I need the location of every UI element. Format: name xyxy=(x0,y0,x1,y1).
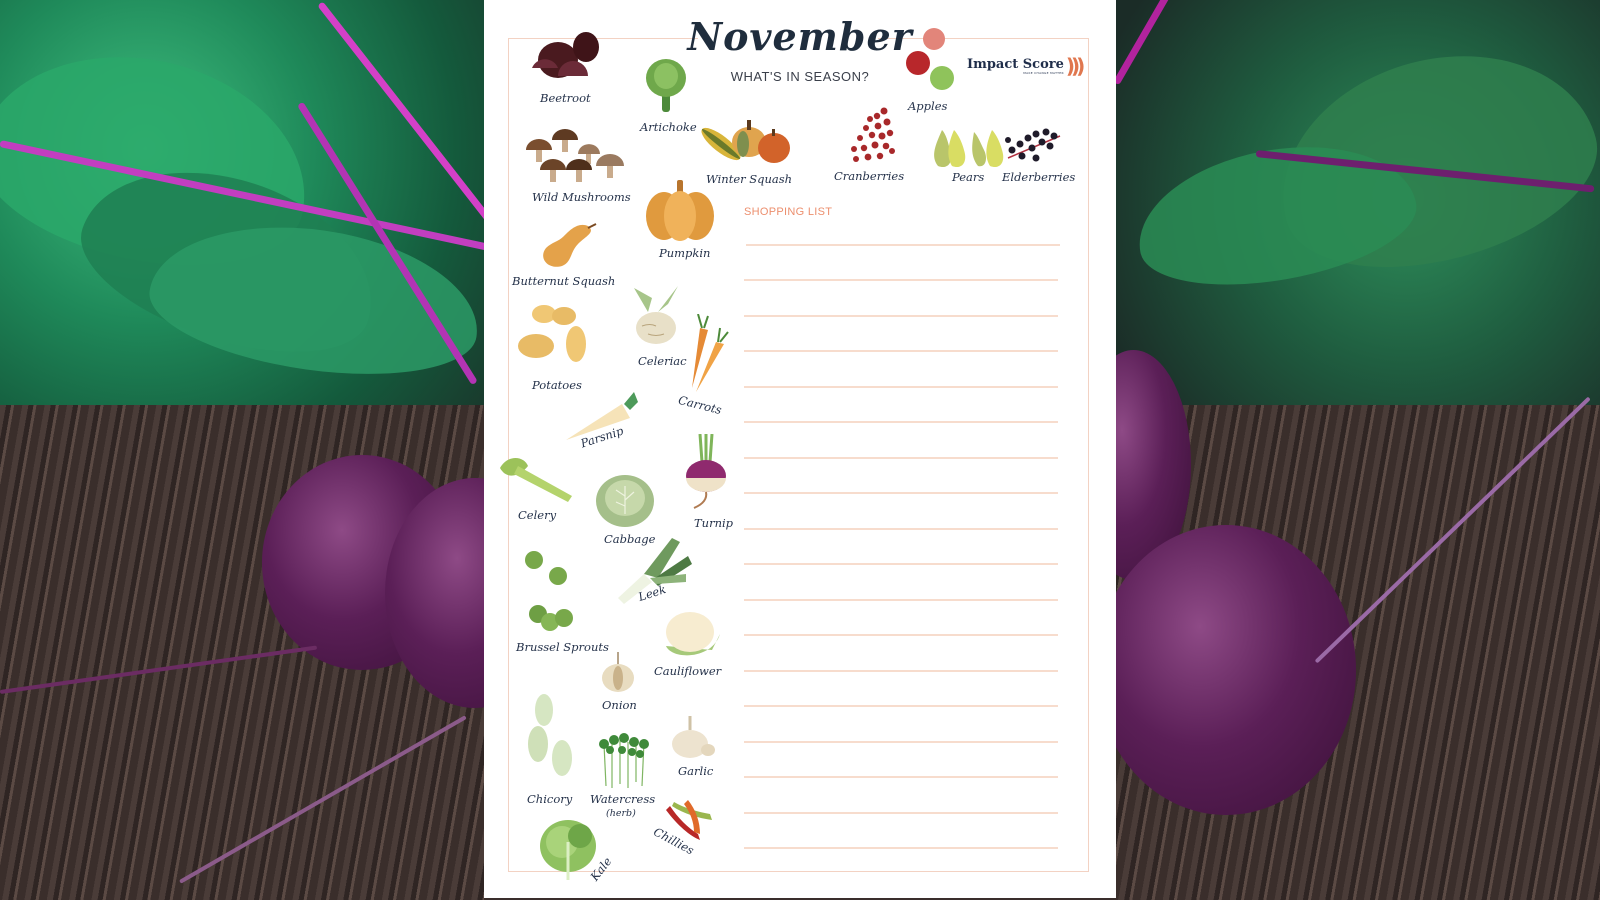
apples-icon xyxy=(906,28,954,90)
produce-label: Wild Mushrooms xyxy=(532,190,631,204)
shopping-list-line[interactable] xyxy=(744,705,1058,707)
beetroot-icon xyxy=(532,32,599,78)
shopping-list-line[interactable] xyxy=(744,563,1058,565)
elderberries-icon xyxy=(1005,128,1061,162)
produce-label: Cauliflower xyxy=(654,664,722,678)
potatoes-icon xyxy=(518,305,586,362)
cranberries-icon xyxy=(851,107,895,162)
shopping-list-label: SHOPPING LIST xyxy=(744,206,833,218)
produce-label: Cranberries xyxy=(834,169,905,183)
celery-icon xyxy=(500,458,572,502)
shopping-list-line[interactable] xyxy=(744,350,1058,352)
shopping-list-line[interactable] xyxy=(744,599,1058,601)
shopping-list-line[interactable] xyxy=(744,528,1058,530)
produce-label: Brussel Sprouts xyxy=(516,640,609,654)
produce-label: Chicory xyxy=(527,792,573,806)
butternut-squash-icon xyxy=(543,223,597,267)
pumpkin-icon xyxy=(646,180,714,241)
carrots-icon xyxy=(692,314,729,392)
produce-label: Pears xyxy=(952,170,985,184)
turnip-icon xyxy=(686,434,726,509)
page-subtitle: WHAT'S IN SEASON? xyxy=(730,69,870,84)
garlic-icon xyxy=(672,716,715,758)
produce-label: Watercress xyxy=(590,792,656,806)
mushrooms-icon xyxy=(526,129,624,182)
winter-squash-icon xyxy=(701,120,790,163)
logo-name: Impact Score xyxy=(967,56,1064,72)
shopping-list-line[interactable] xyxy=(744,315,1058,317)
watercress-icon xyxy=(599,733,649,788)
shopping-list-line[interactable] xyxy=(744,670,1058,672)
produce-label: Beetroot xyxy=(540,91,591,105)
produce-label: Apples xyxy=(908,99,948,113)
produce-label: Artichoke xyxy=(640,120,697,134)
produce-label: Winter Squash xyxy=(706,172,793,186)
shopping-list-line[interactable] xyxy=(744,386,1058,388)
shopping-list-line[interactable] xyxy=(744,279,1058,281)
shopping-list-line[interactable] xyxy=(744,457,1058,459)
seasonal-produce-sheet: November WHAT'S IN SEASON? Impact Score … xyxy=(484,0,1116,898)
shopping-list-line[interactable] xyxy=(744,812,1058,814)
background-photo-right xyxy=(1116,0,1600,900)
cabbage-icon xyxy=(596,475,654,527)
shopping-list-line[interactable] xyxy=(744,421,1058,423)
pears-icon xyxy=(934,130,1004,168)
shopping-list-line[interactable] xyxy=(744,634,1058,636)
produce-label: Turnip xyxy=(694,516,734,530)
impact-score-logo: Impact Score MAKE CHANGE MATTER ))) xyxy=(967,54,1086,78)
shopping-list-line[interactable] xyxy=(744,776,1058,778)
produce-label: Garlic xyxy=(678,764,714,778)
page-title: November xyxy=(687,14,913,59)
brussel-sprouts-icon xyxy=(525,551,573,631)
onion-icon xyxy=(602,652,634,692)
shopping-list-line[interactable] xyxy=(746,244,1060,246)
celeriac-icon xyxy=(634,286,678,344)
shopping-list-line[interactable] xyxy=(744,741,1058,743)
chicory-icon xyxy=(528,694,572,776)
background-photo-left xyxy=(0,0,484,900)
shopping-list-line[interactable] xyxy=(744,847,1058,849)
produce-label: Celeriac xyxy=(638,354,687,368)
signal-waves-icon: ))) xyxy=(1065,54,1086,78)
shopping-list-line[interactable] xyxy=(744,492,1058,494)
artichoke-icon xyxy=(646,59,686,112)
produce-label: Butternut Squash xyxy=(512,274,616,288)
produce-sublabel: (herb) xyxy=(606,808,636,819)
produce-label: Celery xyxy=(518,508,557,522)
produce-label: Pumpkin xyxy=(659,246,711,260)
cauliflower-icon xyxy=(666,612,720,656)
produce-label: Onion xyxy=(602,698,637,712)
produce-label: Elderberries xyxy=(1002,170,1076,184)
